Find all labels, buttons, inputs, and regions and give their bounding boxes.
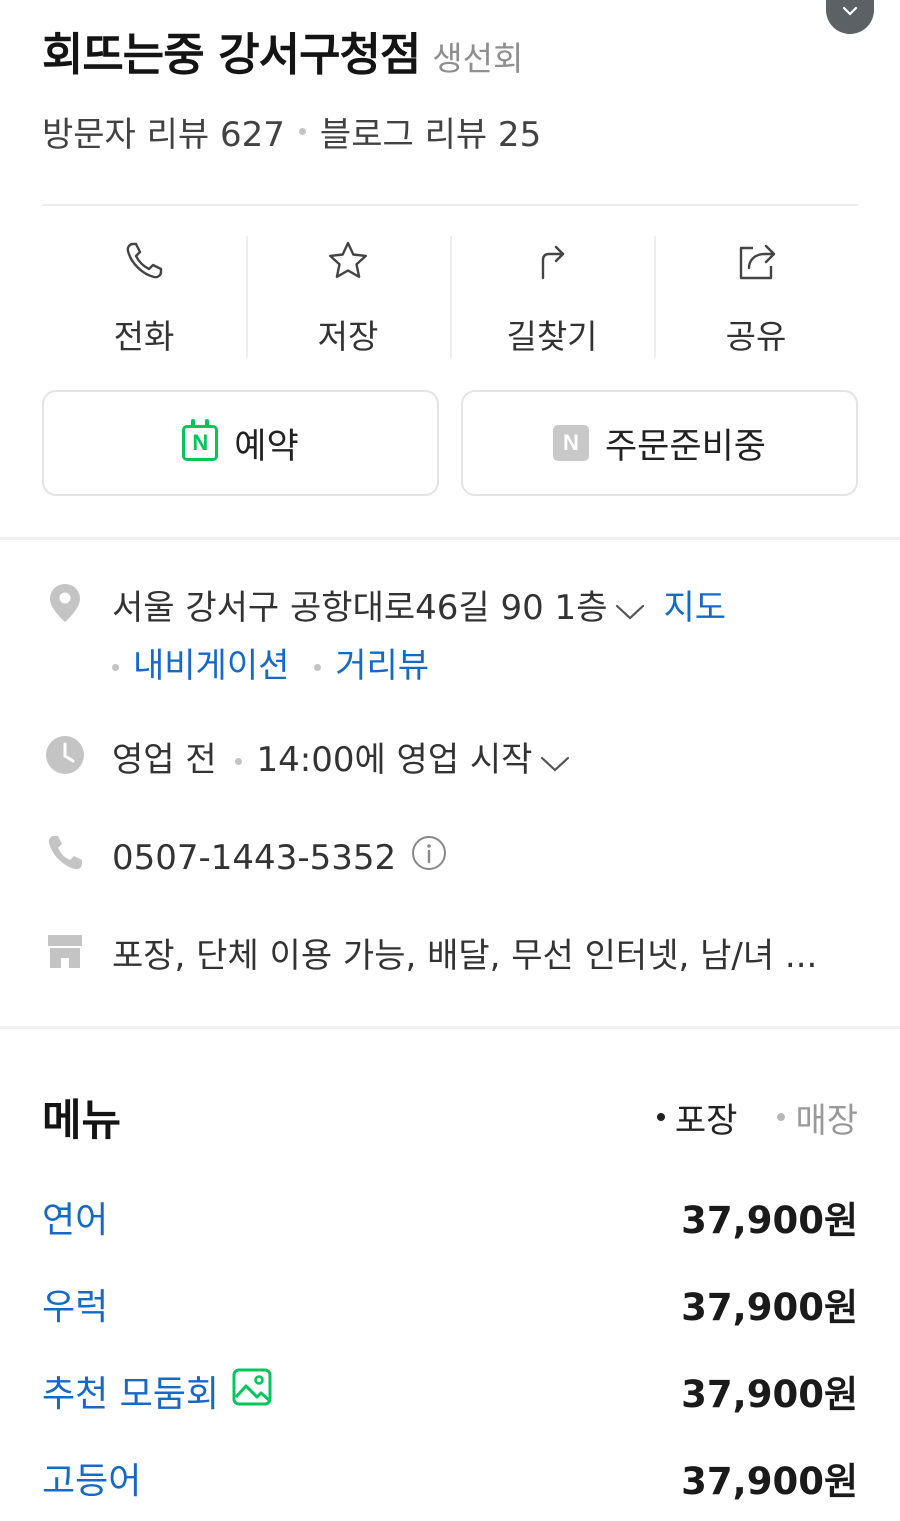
place-header: 회뜨는중 강서구청점 생선회 방문자 리뷰 627 블로그 리뷰 25 (42, 18, 858, 156)
hours-status: 영업 전 (112, 740, 217, 780)
phone-icon (42, 830, 88, 876)
location-pin-icon (42, 580, 88, 626)
hours-detail: 14:00에 영업 시작 (256, 740, 533, 780)
share-button[interactable]: 공유 (654, 236, 858, 358)
clock-icon (42, 732, 88, 778)
save-label: 저장 (317, 317, 379, 356)
streetview-link[interactable]: 거리뷰 (335, 646, 429, 686)
directions-label: 길찾기 (506, 317, 598, 356)
amenities-row[interactable]: 포장, 단체 이용 가능, 배달, 무선 인터넷, 남/녀 ... (42, 928, 858, 984)
navigation-link[interactable]: 내비게이션 (133, 646, 289, 686)
menu-item-price: 37,900원 (681, 1199, 858, 1242)
amenities-text: 포장, 단체 이용 가능, 배달, 무선 인터넷, 남/녀 ... (112, 936, 818, 976)
tab-takeout-label: 포장 (674, 1100, 738, 1141)
map-link[interactable]: 지도 (663, 588, 726, 628)
tab-takeout[interactable]: 포장 (656, 1093, 738, 1142)
visitor-review-link[interactable]: 방문자 리뷰 627 (42, 107, 285, 156)
phone-row[interactable]: 0507-1443-5352 (42, 830, 858, 888)
divider (42, 204, 858, 206)
separator-dot (298, 128, 306, 135)
naver-order-icon: N (552, 425, 589, 461)
call-label: 전화 (113, 317, 175, 356)
hours-row[interactable]: 영업 전 14:00에 영업 시작 (42, 732, 858, 790)
booking-buttons: N 예약 N 주문준비중 (42, 390, 858, 496)
reserve-label: 예약 (234, 426, 299, 467)
naver-booking-icon: N (182, 419, 219, 461)
section-divider (0, 1026, 900, 1029)
review-summary: 방문자 리뷰 627 블로그 리뷰 25 (42, 107, 858, 156)
separator-dot (112, 663, 119, 671)
phone-number[interactable]: 0507-1443-5352 (112, 838, 396, 878)
menu-tabs: 포장 매장 (656, 1093, 858, 1142)
section-divider (0, 537, 900, 540)
menu-title: 메뉴 (42, 1096, 122, 1146)
menu-item[interactable]: 추천 모둠회 37,900원 (42, 1364, 858, 1418)
image-icon[interactable] (231, 1367, 273, 1416)
tab-dinein[interactable]: 매장 (777, 1093, 858, 1142)
phone-icon (121, 236, 167, 288)
directions-button[interactable]: 길찾기 (450, 236, 654, 358)
action-bar: 전화 저장 길찾기 공유 (42, 236, 858, 358)
place-title: 회뜨는중 강서구청점 (42, 28, 421, 81)
order-label: 주문준비중 (604, 426, 766, 467)
menu-item-name: 고등어 (42, 1461, 142, 1502)
store-icon (42, 928, 88, 974)
menu-header: 메뉴 포장 매장 (42, 1086, 858, 1148)
call-button[interactable]: 전화 (42, 236, 246, 358)
save-button[interactable]: 저장 (246, 236, 450, 358)
menu-item[interactable]: 고등어 37,900원 (42, 1451, 858, 1505)
share-label: 공유 (725, 317, 787, 356)
directions-icon (529, 236, 575, 288)
star-icon (325, 236, 371, 288)
chevron-down-icon[interactable] (615, 582, 645, 638)
blog-review-link[interactable]: 블로그 리뷰 25 (320, 107, 541, 156)
reserve-button[interactable]: N 예약 (42, 390, 439, 496)
menu-item-name: 우럭 (42, 1287, 109, 1328)
menu-item-name: 추천 모둠회 (42, 1374, 220, 1415)
chevron-down-icon[interactable] (540, 734, 570, 790)
place-category: 생선회 (432, 39, 524, 78)
menu-item[interactable]: 연어 37,900원 (42, 1190, 858, 1244)
address-text: 서울 강서구 공항대로46길 90 1층 (112, 588, 608, 628)
share-icon (733, 236, 779, 288)
separator-dot (314, 663, 322, 671)
menu-item-price: 37,900원 (681, 1286, 858, 1329)
order-button[interactable]: N 주문준비중 (461, 390, 858, 496)
separator-dot (235, 758, 243, 765)
menu-item[interactable]: 우럭 37,900원 (42, 1277, 858, 1331)
address-row: 서울 강서구 공항대로46길 90 1층 지도 내비게이션 거리뷰 (42, 580, 858, 694)
tab-dinein-label: 매장 (795, 1100, 858, 1141)
menu-item-price: 37,900원 (681, 1460, 858, 1503)
info-icon[interactable] (411, 832, 447, 888)
menu-item-price: 37,900원 (681, 1373, 858, 1416)
menu-item-name: 연어 (42, 1200, 109, 1241)
